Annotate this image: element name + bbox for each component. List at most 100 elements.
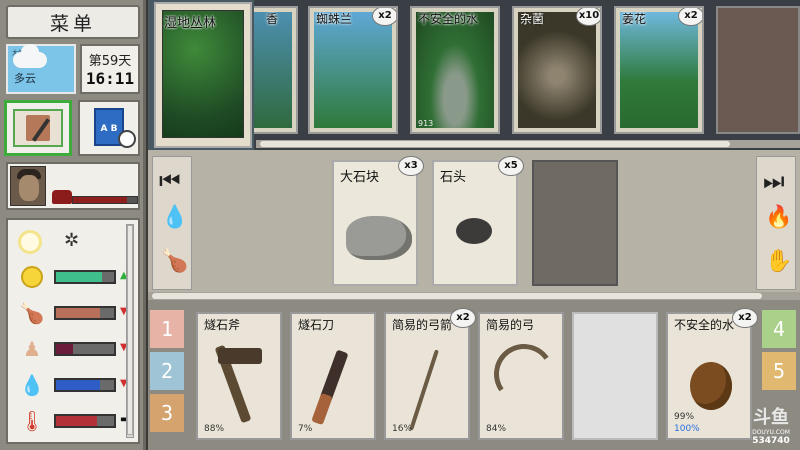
- stat-thirst[interactable]: 💧 ▼: [14, 372, 129, 398]
- environment-scroll-thumb[interactable]: [152, 293, 762, 299]
- alarm-clock-icon: [118, 130, 136, 148]
- crafting-button[interactable]: [4, 100, 72, 156]
- stats-panel: ✲ ▲ 🍗 ▼ ♟ ▼ 💧 ▼ 🌡 ▬: [6, 218, 140, 444]
- mood-bar-fill: [56, 272, 103, 282]
- weather-panel: 大气 多云: [6, 44, 76, 94]
- card-large-rock[interactable]: 大石块 x3: [332, 156, 424, 286]
- stone-image: [456, 218, 492, 244]
- weight-bar-fill: [73, 197, 128, 203]
- card-image: [254, 12, 292, 128]
- orchid-image: [314, 12, 392, 128]
- crafting-book-icon: [13, 109, 63, 147]
- portrait-face: [19, 175, 39, 201]
- tab-3[interactable]: 3: [150, 394, 184, 432]
- coconut-image: [690, 362, 732, 410]
- fire-icon[interactable]: 🔥: [765, 205, 792, 230]
- water-drop-icon[interactable]: 💧: [161, 205, 188, 230]
- card-name: 蜘蛛兰: [316, 12, 353, 26]
- hand-icon[interactable]: ✋: [765, 249, 792, 274]
- location-scroll-thumb[interactable]: [260, 141, 730, 147]
- tab-1[interactable]: 1: [150, 310, 184, 348]
- card-name: 简易的弓: [486, 318, 535, 332]
- temperature-bar-fill: [56, 416, 97, 426]
- location-name: 湿地丛林: [164, 16, 217, 31]
- card-spider-orchid[interactable]: 蜘蛛兰 x2: [308, 6, 398, 134]
- card-name: 杂菌: [520, 12, 545, 26]
- pond-image: [416, 12, 494, 128]
- durability-label: 99%: [674, 412, 695, 422]
- smiley-icon: [18, 264, 46, 290]
- card-name: 香: [266, 12, 279, 26]
- cloud-icon: [13, 44, 47, 68]
- card-ginger-flower[interactable]: 姜花 x2: [614, 6, 704, 134]
- mushroom-image: [518, 12, 596, 128]
- skip-forward-icon[interactable]: ⏭: [763, 167, 785, 195]
- empty-slot[interactable]: [532, 160, 618, 286]
- stack-count-badge: x10: [576, 8, 600, 26]
- watermark-logo: 斗鱼: [753, 407, 789, 428]
- stack-count-badge: x2: [372, 8, 396, 26]
- environment-scrollbar[interactable]: [148, 292, 800, 300]
- water-level-label: 100%: [674, 424, 700, 434]
- card-mushrooms[interactable]: 杂菌 x10: [512, 6, 602, 134]
- stat-mood[interactable]: ▲: [14, 264, 129, 290]
- health-bar: [54, 342, 116, 356]
- room-id: 534740: [752, 436, 790, 446]
- large-rock-image: [346, 216, 412, 260]
- time-display: 16:11: [85, 69, 135, 88]
- watermark-sub: DOUYU.COM: [752, 429, 790, 436]
- left-nav-panel: ⏮ 💧 🍗: [152, 156, 192, 290]
- game-screen: { "sidebar": { "menu_label": "菜单", "weat…: [0, 0, 800, 450]
- card-name: 燧石刀: [298, 318, 335, 332]
- location-card[interactable]: 湿地丛林: [154, 2, 252, 148]
- card-name: 简易的弓箭: [392, 318, 453, 332]
- character-panel[interactable]: [6, 162, 140, 210]
- card-name: 大石块: [340, 170, 380, 185]
- durability-label: 84%: [486, 424, 507, 434]
- ginger-image: [620, 12, 698, 128]
- tab-2[interactable]: 2: [150, 352, 184, 390]
- durability-label: 88%: [204, 424, 225, 434]
- skip-back-icon[interactable]: ⏮: [159, 167, 181, 195]
- left-tabs: 1 2 3: [150, 310, 186, 440]
- temperature-bar: [54, 414, 116, 428]
- stat-health[interactable]: ♟ ▼: [14, 336, 129, 362]
- sidebar: 菜单 大气 多云 第59天 16:11 A B ✲ ▲: [0, 0, 146, 450]
- stats-scrollbar[interactable]: [126, 224, 134, 438]
- card-aroma[interactable]: 香: [254, 6, 298, 134]
- card-unsafe-water-pond[interactable]: 不安全的水 913: [410, 6, 500, 134]
- stack-count-badge: x5: [498, 156, 524, 176]
- card-simple-bow[interactable]: 简易的弓 84%: [478, 312, 564, 440]
- card-flint-axe[interactable]: 燧石斧 88%: [196, 312, 282, 440]
- card-unsafe-water-coconut[interactable]: 不安全的水 x2 99% 100%: [666, 308, 758, 440]
- stat-temperature[interactable]: 🌡 ▬: [14, 408, 129, 434]
- card-name: 不安全的水: [674, 318, 735, 332]
- thirst-bar: [54, 378, 116, 392]
- stack-count-badge: x2: [732, 308, 758, 328]
- tab-4[interactable]: 4: [762, 310, 796, 348]
- stats-scroll-thumb[interactable]: [127, 225, 133, 435]
- menu-button[interactable]: 菜单: [6, 5, 140, 39]
- drumstick-icon[interactable]: 🍗: [161, 249, 188, 274]
- tab-5[interactable]: 5: [762, 352, 796, 390]
- mood-bar: [54, 270, 116, 284]
- character-portrait: [10, 166, 46, 206]
- card-stone[interactable]: 石头 x5: [432, 156, 524, 286]
- guide-button[interactable]: A B: [78, 100, 140, 156]
- card-name: 不安全的水: [418, 12, 479, 26]
- stat-hunger[interactable]: 🍗 ▼: [14, 300, 129, 326]
- thermometer-icon: 🌡: [19, 409, 45, 433]
- empty-slot[interactable]: [716, 6, 800, 134]
- hunger-bar: [54, 306, 116, 320]
- drumstick-icon: 🍗: [19, 301, 45, 325]
- card-flint-knife[interactable]: 燧石刀 7%: [290, 312, 376, 440]
- weight-bar: [72, 196, 138, 204]
- empty-slot[interactable]: [572, 312, 658, 440]
- stack-count-badge: x2: [450, 308, 476, 328]
- location-scrollbar[interactable]: [256, 140, 800, 148]
- stack-count-badge: x3: [398, 156, 424, 176]
- environment-area: ⏮ 💧 🍗 大石块 x3 石头 x5 ⏭ 🔥 ✋: [148, 150, 800, 300]
- card-simple-arrow[interactable]: 简易的弓箭 x2 16%: [384, 308, 476, 440]
- stack-count-badge: x2: [678, 8, 702, 26]
- location-cards-strip: 香 蜘蛛兰 x2 不安全的水 913 杂菌 x10 姜花 x2: [254, 0, 800, 150]
